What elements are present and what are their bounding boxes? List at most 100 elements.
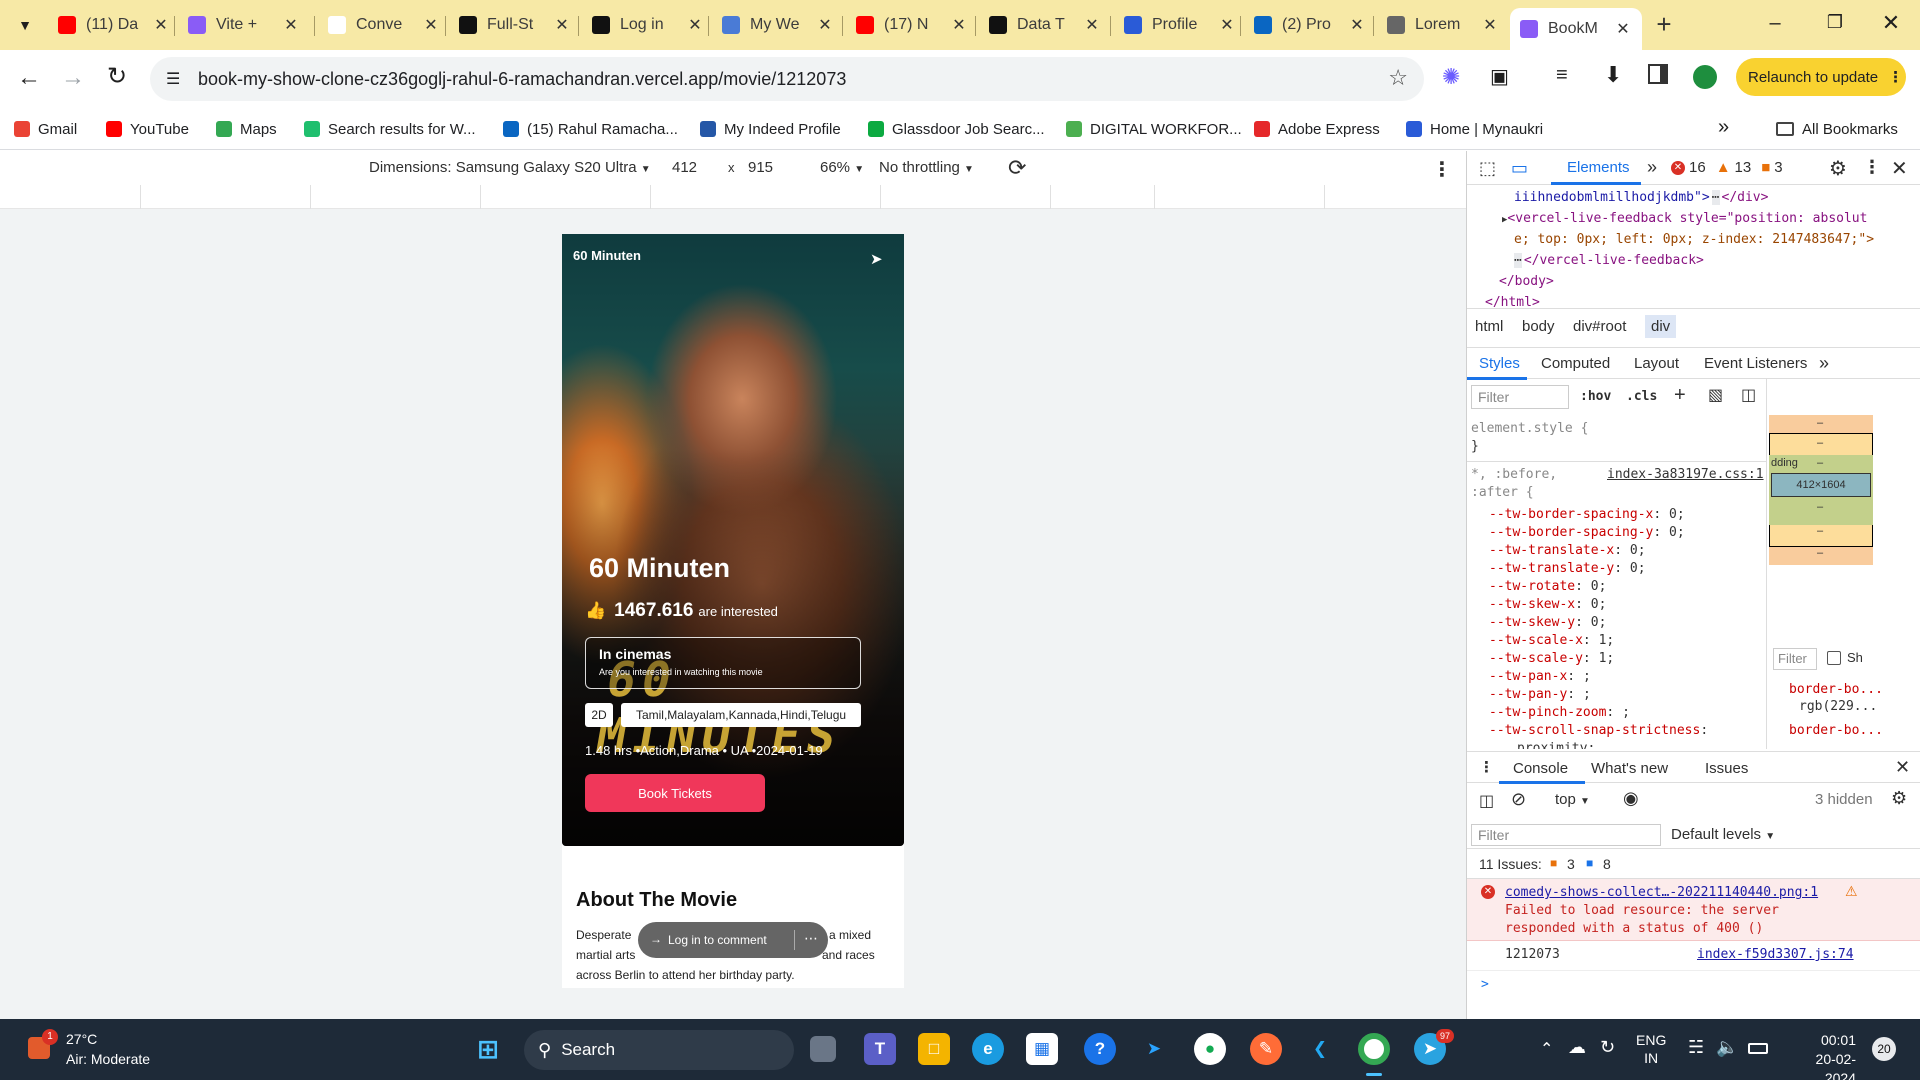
tab-6[interactable]: (17) N ✕ bbox=[846, 8, 978, 42]
css-declaration[interactable]: --tw-scale-y: 1; bbox=[1489, 651, 1614, 666]
side-panel-icon[interactable] bbox=[1648, 64, 1668, 84]
store-icon[interactable]: ▦ bbox=[1026, 1033, 1058, 1065]
element-style-rule[interactable]: element.style { bbox=[1471, 421, 1588, 436]
start-windows-icon[interactable]: ⊞ bbox=[472, 1033, 504, 1065]
css-declaration[interactable]: --tw-scroll-snap-strictness: bbox=[1489, 723, 1708, 738]
tab-close-icon[interactable]: ✕ bbox=[1083, 15, 1101, 35]
zoom-dropdown[interactable]: 66% ▼ bbox=[820, 159, 864, 176]
address-bar[interactable]: ☰ book-my-show-clone-cz36goglj-rahul-6-r… bbox=[150, 57, 1424, 101]
file-explorer-icon[interactable]: □ bbox=[918, 1033, 950, 1065]
console-sidebar-icon[interactable]: ◫ bbox=[1479, 791, 1494, 811]
task-view-icon[interactable] bbox=[810, 1036, 836, 1062]
tab-search-button[interactable]: ▼ bbox=[10, 10, 40, 40]
relaunch-button[interactable]: Relaunch to update ⋮ bbox=[1736, 58, 1906, 96]
onedrive-icon[interactable]: ☁ bbox=[1568, 1037, 1586, 1058]
settings-gear-icon[interactable]: ⚙ bbox=[1829, 156, 1847, 181]
breadcrumb-root[interactable]: div#root bbox=[1573, 318, 1626, 335]
device-width-input[interactable]: 412 bbox=[672, 159, 697, 176]
tab-10[interactable]: Lorem ✕ bbox=[1377, 8, 1509, 42]
bookmark-item[interactable]: Search results for W... bbox=[304, 116, 476, 142]
back-button[interactable]: ← bbox=[14, 64, 44, 94]
tab-close-icon[interactable]: ✕ bbox=[816, 15, 834, 35]
mongodb-compass-icon[interactable]: ● bbox=[1194, 1033, 1226, 1065]
css-declaration[interactable]: --tw-rotate: 0; bbox=[1489, 579, 1606, 594]
throttling-dropdown[interactable]: No throttling ▼ bbox=[879, 159, 974, 176]
paint-icon[interactable]: ▧ bbox=[1708, 385, 1723, 405]
profile-avatar[interactable] bbox=[1693, 65, 1717, 89]
issues-summary[interactable]: 11 Issues: ■ 3 ■ 8 bbox=[1467, 849, 1920, 879]
power-automate-icon[interactable]: ➤ bbox=[1138, 1033, 1170, 1065]
tab-5[interactable]: My We ✕ bbox=[712, 8, 844, 42]
new-tab-button[interactable]: + bbox=[1649, 8, 1679, 42]
bookmark-item[interactable]: (15) Rahul Ramacha... bbox=[503, 116, 678, 142]
tab-0[interactable]: (11) Da ✕ bbox=[48, 8, 180, 42]
site-settings-icon[interactable]: ☰ bbox=[166, 69, 180, 89]
bookmark-item[interactable]: My Indeed Profile bbox=[700, 116, 841, 142]
breadcrumb-html[interactable]: html bbox=[1475, 318, 1503, 335]
subtab-computed[interactable]: Computed bbox=[1541, 355, 1610, 372]
dom-line[interactable]: </body> bbox=[1499, 274, 1554, 289]
bookmarks-overflow-icon[interactable]: » bbox=[1718, 116, 1729, 139]
weather-widget[interactable]: 1 27°C Air: Moderate bbox=[24, 1029, 184, 1071]
share-icon[interactable]: ➤ bbox=[870, 250, 883, 268]
css-declaration[interactable]: --tw-border-spacing-y: 0; bbox=[1489, 525, 1685, 540]
css-declaration[interactable]: --tw-pinch-zoom: ; bbox=[1489, 705, 1630, 720]
pill-more-icon[interactable]: ⋯ bbox=[804, 930, 818, 947]
extension-icon[interactable]: ✺ bbox=[1442, 64, 1460, 90]
downloads-icon[interactable]: ⬇ bbox=[1604, 62, 1622, 88]
language-indicator[interactable]: ENG IN bbox=[1636, 1031, 1666, 1067]
tab-whats-new[interactable]: What's new bbox=[1591, 760, 1668, 777]
tab-2[interactable]: Conve ✕ bbox=[318, 8, 450, 42]
error-resource-link[interactable]: comedy-shows-collect…-202211140440.png:1 bbox=[1505, 885, 1818, 900]
battery-icon[interactable] bbox=[1748, 1043, 1768, 1054]
dom-line[interactable]: ▶<vercel-live-feedback style="position: … bbox=[1502, 211, 1867, 226]
bookmark-item[interactable]: Glassdoor Job Searc... bbox=[868, 116, 1045, 142]
sync-icon[interactable]: ↻ bbox=[1600, 1037, 1615, 1058]
login-to-comment-pill[interactable]: → Log in to comment ⋯ bbox=[638, 922, 828, 958]
close-window-button[interactable]: ✕ bbox=[1876, 10, 1906, 36]
console-filter-input[interactable]: Filter bbox=[1471, 824, 1661, 846]
tab-elements[interactable]: Elements bbox=[1567, 159, 1630, 176]
computed-prop[interactable]: border-bo... bbox=[1789, 682, 1883, 697]
clock[interactable]: 00:01 20-02-2024 bbox=[1790, 1031, 1856, 1080]
tab-9[interactable]: (2) Pro ✕ bbox=[1244, 8, 1376, 42]
postman-icon[interactable]: ✎ bbox=[1250, 1033, 1282, 1065]
help-icon[interactable]: ? bbox=[1084, 1033, 1116, 1065]
tab-close-icon[interactable]: ✕ bbox=[1614, 19, 1632, 39]
all-bookmarks-button[interactable]: All Bookmarks bbox=[1776, 116, 1898, 142]
forward-button[interactable]: → bbox=[58, 64, 88, 94]
wifi-icon[interactable]: ☵ bbox=[1688, 1037, 1704, 1058]
clear-console-icon[interactable]: ⊘ bbox=[1511, 789, 1526, 810]
css-declaration[interactable]: --tw-border-spacing-x: 0; bbox=[1489, 507, 1685, 522]
bookmark-item[interactable]: Maps bbox=[216, 116, 277, 142]
context-selector[interactable]: top ▼ bbox=[1555, 791, 1590, 808]
tab-close-icon[interactable]: ✕ bbox=[1348, 15, 1366, 35]
bookmark-item[interactable]: DIGITAL WORKFOR... bbox=[1066, 116, 1242, 142]
tab-close-icon[interactable]: ✕ bbox=[152, 15, 170, 35]
inspect-icon[interactable]: ⬚ bbox=[1479, 158, 1496, 179]
tab-11[interactable]: BookM ✕ bbox=[1510, 8, 1642, 50]
tray-overflow-icon[interactable]: ⌃ bbox=[1540, 1039, 1553, 1059]
minimize-button[interactable]: – bbox=[1760, 12, 1790, 38]
computed-prop[interactable]: border-bo... bbox=[1789, 723, 1883, 738]
dom-line[interactable]: iiihnedobmlmillhodjkdmb"> ⋯ </div> bbox=[1514, 190, 1768, 205]
tab-3[interactable]: Full-St ✕ bbox=[449, 8, 581, 42]
bookmark-item[interactable]: Home | Mynaukri bbox=[1406, 116, 1543, 142]
vscode-icon[interactable]: ❮ bbox=[1304, 1033, 1336, 1065]
console-settings-icon[interactable]: ⚙ bbox=[1891, 788, 1907, 809]
devtools-menu-icon[interactable]: ⋮ bbox=[1863, 157, 1881, 178]
css-declaration[interactable]: --tw-translate-x: 0; bbox=[1489, 543, 1646, 558]
reading-list-icon[interactable]: ≡ bbox=[1556, 64, 1568, 87]
error-count[interactable]: ✕ 16 ▲ 13 ■ 3 bbox=[1671, 159, 1783, 176]
tab-8[interactable]: Profile ✕ bbox=[1114, 8, 1246, 42]
chrome-icon[interactable] bbox=[1358, 1033, 1390, 1065]
tab-close-icon[interactable]: ✕ bbox=[553, 15, 571, 35]
edge-icon[interactable]: e bbox=[972, 1033, 1004, 1065]
add-rule-icon[interactable]: + bbox=[1674, 384, 1686, 407]
in-cinemas-card[interactable]: In cinemas Are you interested in watchin… bbox=[585, 637, 861, 689]
subtab-styles[interactable]: Styles bbox=[1479, 355, 1520, 372]
show-all-checkbox[interactable] bbox=[1827, 651, 1841, 665]
tab-close-icon[interactable]: ✕ bbox=[282, 15, 300, 35]
more-subtabs-icon[interactable]: » bbox=[1819, 353, 1829, 374]
css-declaration[interactable]: --tw-pan-y: ; bbox=[1489, 687, 1591, 702]
